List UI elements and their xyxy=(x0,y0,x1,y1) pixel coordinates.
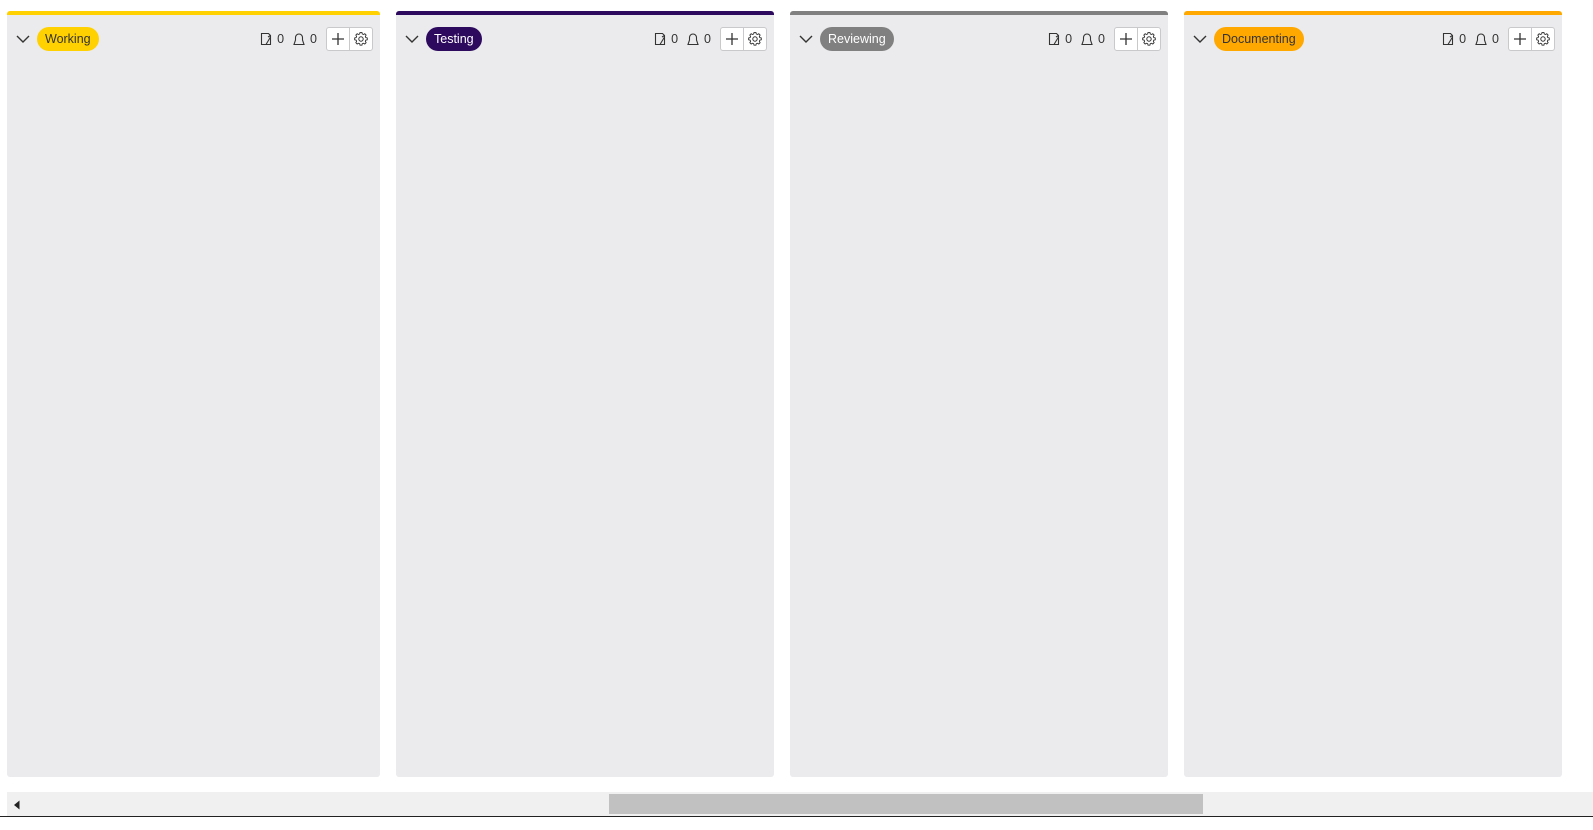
card-counter: 0 xyxy=(1047,32,1072,46)
assignee-counter: 0 xyxy=(686,32,711,46)
plus-icon xyxy=(1514,33,1526,45)
plus-icon xyxy=(726,33,738,45)
user-icon xyxy=(687,33,699,46)
triangle-left-icon[interactable] xyxy=(11,798,23,810)
add-card-button[interactable] xyxy=(1509,28,1531,50)
column-button-group xyxy=(1114,27,1161,51)
card-count: 0 xyxy=(1065,32,1073,46)
assignee-count: 0 xyxy=(1098,32,1105,46)
user-icon xyxy=(1081,33,1093,46)
chevron-down-icon[interactable] xyxy=(15,31,31,47)
column-header: Working 0 0 xyxy=(7,27,380,51)
status-pill[interactable]: Documenting xyxy=(1214,27,1304,51)
plus-icon xyxy=(332,33,344,45)
column-settings-button[interactable] xyxy=(743,28,766,50)
column-actions: 0 0 xyxy=(653,27,767,51)
card-counter: 0 xyxy=(653,32,678,46)
column-actions: 0 0 xyxy=(259,27,373,51)
assignee-count: 0 xyxy=(1492,32,1499,46)
card-counter: 0 xyxy=(259,32,284,46)
chevron-down-icon[interactable] xyxy=(1192,31,1208,47)
column-testing: Testing 0 0 xyxy=(396,11,774,777)
column-header: Testing 0 0 xyxy=(396,27,774,51)
card-icon xyxy=(1443,32,1454,46)
status-pill[interactable]: Testing xyxy=(426,27,482,51)
gear-icon xyxy=(748,32,762,46)
add-card-button[interactable] xyxy=(721,28,743,50)
horizontal-scrollbar[interactable] xyxy=(7,792,1593,816)
column-settings-button[interactable] xyxy=(1531,28,1554,50)
gear-icon xyxy=(1536,32,1550,46)
card-counter: 0 xyxy=(1441,32,1466,46)
user-icon xyxy=(293,33,305,46)
card-icon xyxy=(655,32,666,46)
column-button-group xyxy=(720,27,767,51)
column-settings-button[interactable] xyxy=(1137,28,1160,50)
column-button-group xyxy=(1508,27,1555,51)
gear-icon xyxy=(354,32,368,46)
board: Working 0 0 Testing 0 0 Reviewing 0 0 Do… xyxy=(0,0,1593,830)
column-working: Working 0 0 xyxy=(7,11,380,777)
bottom-border xyxy=(0,816,1593,817)
assignee-count: 0 xyxy=(704,32,711,46)
card-count: 0 xyxy=(277,32,285,46)
gear-icon xyxy=(1142,32,1156,46)
card-icon xyxy=(261,32,272,46)
status-pill[interactable]: Working xyxy=(37,27,99,51)
column-settings-button[interactable] xyxy=(349,28,372,50)
add-card-button[interactable] xyxy=(327,28,349,50)
board-columns: Working 0 0 Testing 0 0 Reviewing 0 0 Do… xyxy=(7,11,1562,777)
column-documenting: Documenting 0 0 xyxy=(1184,11,1562,777)
assignee-counter: 0 xyxy=(1474,32,1499,46)
card-count: 0 xyxy=(671,32,679,46)
card-count: 0 xyxy=(1459,32,1467,46)
status-pill[interactable]: Reviewing xyxy=(820,27,894,51)
user-icon xyxy=(1475,33,1487,46)
assignee-counter: 0 xyxy=(1080,32,1105,46)
column-header: Documenting 0 0 xyxy=(1184,27,1562,51)
column-actions: 0 0 xyxy=(1441,27,1555,51)
scrollbar-thumb[interactable] xyxy=(609,794,1203,814)
plus-icon xyxy=(1120,33,1132,45)
column-header: Reviewing 0 0 xyxy=(790,27,1168,51)
assignee-count: 0 xyxy=(310,32,317,46)
column-actions: 0 0 xyxy=(1047,27,1161,51)
assignee-counter: 0 xyxy=(292,32,317,46)
column-reviewing: Reviewing 0 0 xyxy=(790,11,1168,777)
column-button-group xyxy=(326,27,373,51)
add-card-button[interactable] xyxy=(1115,28,1137,50)
card-icon xyxy=(1049,32,1060,46)
chevron-down-icon[interactable] xyxy=(404,31,420,47)
chevron-down-icon[interactable] xyxy=(798,31,814,47)
